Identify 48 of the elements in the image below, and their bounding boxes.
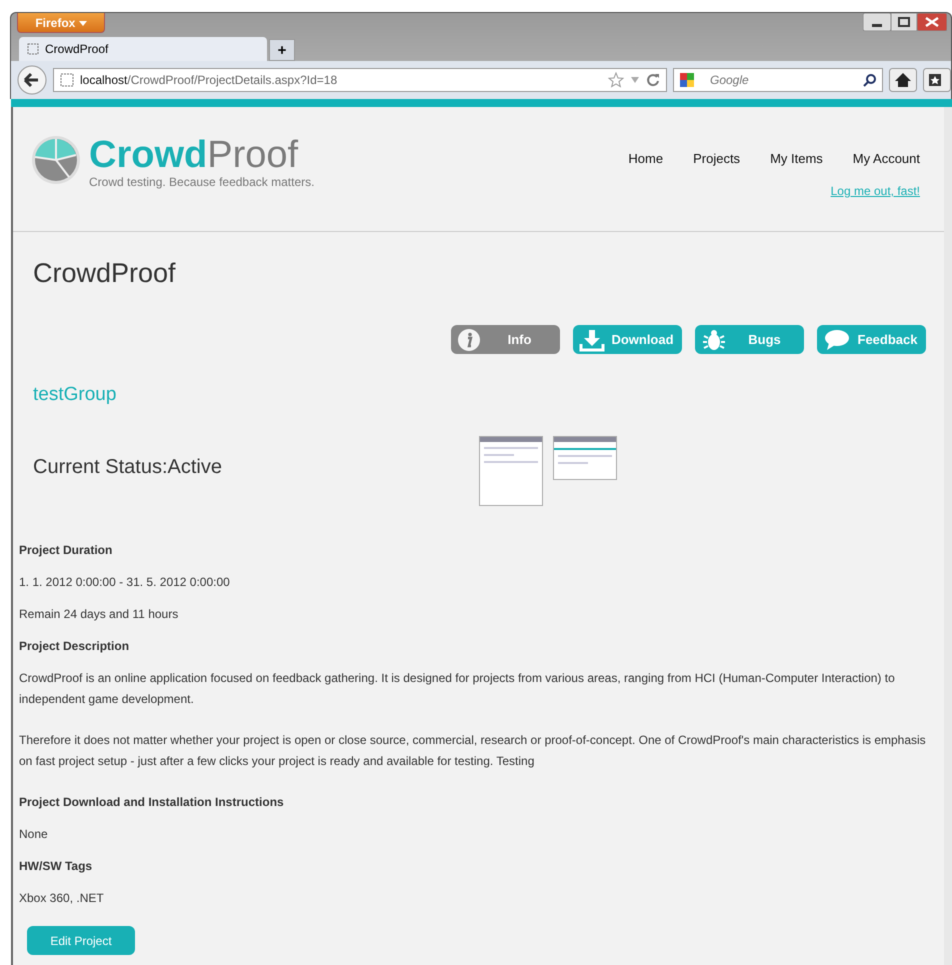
logo-icon	[31, 135, 81, 185]
project-tab[interactable]: Download	[573, 325, 682, 354]
section-heading: Project Duration	[19, 542, 114, 559]
nav-link[interactable]: Home	[628, 151, 664, 166]
logo-wordmark: CrowdProof	[89, 135, 300, 175]
window-controls-icon[interactable]	[863, 13, 947, 31]
screenshot-thumbnail[interactable]	[479, 436, 543, 506]
speech-bubble-icon	[823, 328, 851, 352]
detail-text: 1. 1. 2012 0:00:00 - 31. 5. 2012 0:00:00	[19, 574, 231, 591]
search-icon[interactable]	[863, 73, 877, 87]
search-field[interactable]: Google	[673, 68, 883, 92]
reload-icon[interactable]	[646, 73, 660, 87]
detail-text: Xbox 360, .NET	[19, 890, 105, 907]
tagline: Crowd testing. Because feedback matters.	[89, 175, 314, 189]
firefox-menu-button[interactable]: Firefox	[17, 13, 105, 33]
project-status: Current Status:Active	[33, 456, 223, 479]
edit-project-button[interactable]: Edit Project	[27, 926, 135, 955]
back-icon[interactable]	[17, 65, 47, 95]
detail-text: None	[19, 826, 49, 843]
section-heading: Project Download and Installation Instructions	[19, 794, 285, 811]
project-tab[interactable]: Bugs	[695, 325, 804, 354]
address-bar[interactable]: localhost/CrowdProof/ProjectDetails.aspx?Id=18	[53, 68, 667, 92]
project-tab[interactable]: Feedback	[817, 325, 926, 354]
browser-tab[interactable]: CrowdProof	[19, 37, 267, 61]
bookmarks-icon[interactable]	[923, 68, 951, 92]
new-tab-button[interactable]: +	[269, 39, 295, 61]
logout-link[interactable]: Log me out, fast!	[830, 184, 920, 198]
screenshot-thumbnail[interactable]	[553, 436, 617, 480]
page-icon	[27, 43, 39, 55]
nav-link[interactable]: My Items	[770, 151, 823, 166]
section-heading: HW/SW Tags	[19, 858, 94, 875]
section-heading: Project Description	[19, 638, 130, 655]
project-tab[interactable]: Info	[451, 325, 560, 354]
detail-text: Remain 24 days and 11 hours	[19, 606, 180, 623]
caret-icon	[78, 20, 87, 26]
description-paragraph: CrowdProof is an online application focused on feedback gathering. It is designed for projects from various areas, ranging from HCI (Human-Computer Interaction) to independent game development.	[19, 670, 896, 708]
description-paragraph: Therefore it does not matter whether your project is open or close source, commercial, research or proof-of-concept. One of CrowdProof's main characteristics is emphasis on fast project setup - just after a few clicks your project is ready and available for testing. Testing	[19, 732, 926, 770]
google-logo-icon[interactable]	[679, 72, 697, 88]
project-title: CrowdProof	[33, 258, 177, 289]
nav-link[interactable]: My Account	[852, 151, 920, 166]
bug-icon	[701, 328, 727, 352]
home-icon[interactable]	[889, 68, 917, 92]
page-icon	[60, 73, 74, 87]
group-link[interactable]: testGroup	[33, 384, 116, 406]
star-icon[interactable]	[608, 72, 624, 88]
info-icon	[457, 328, 481, 352]
nav-link[interactable]: Projects	[693, 151, 740, 166]
download-icon	[579, 328, 605, 352]
